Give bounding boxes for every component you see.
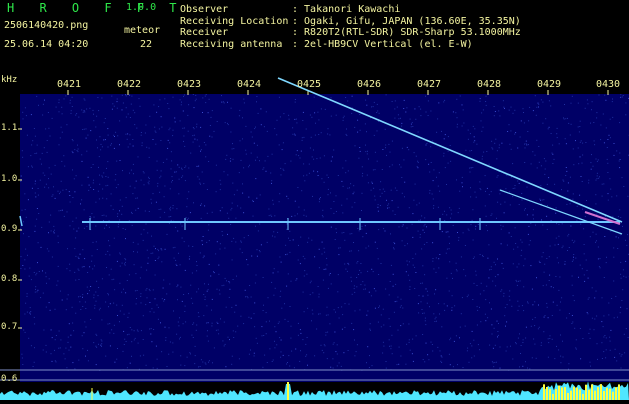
info-key: Receiving antenna	[180, 39, 292, 51]
info-value: : Ogaki, Gifu, JAPAN (136.60E, 35.35N)	[292, 16, 521, 27]
meteor-label: meteor	[124, 25, 160, 36]
freq-label: 0.9	[1, 224, 17, 234]
info-row-receiver: Receiver: R820T2(RTL-SDR) SDR-Sharp 53.1…	[180, 27, 521, 39]
meteor-count: 22	[140, 39, 152, 50]
file-name: 2506140420.png	[4, 20, 88, 31]
header-panel: H R O F F T 1.0.0 2506140420.png meteor …	[0, 0, 629, 72]
time-label: 0423	[177, 79, 201, 90]
spectrogram-svg	[0, 72, 629, 400]
app-version: 1.0.0	[126, 2, 156, 13]
info-value: : 2el-HB9CV Vertical (el. E-W)	[292, 39, 473, 50]
freq-label: 1.1	[1, 123, 17, 133]
datetime: 25.06.14 04:20	[4, 39, 88, 50]
info-row-location: Receiving Location: Ogaki, Gifu, JAPAN (…	[180, 16, 521, 28]
time-label: 0427	[417, 79, 441, 90]
time-label: 0425	[297, 79, 321, 90]
info-row-observer: Observer: Takanori Kawachi	[180, 4, 521, 16]
spectrogram-panel: kHz 0421 0422 0423 0424 0425 0426 0427 0…	[0, 72, 629, 400]
time-label: 0428	[477, 79, 501, 90]
spectrogram-background	[20, 94, 629, 400]
freq-label: 1.0	[1, 174, 17, 184]
info-key: Observer	[180, 4, 292, 16]
time-label: 0426	[357, 79, 381, 90]
unit-label: kHz	[1, 75, 17, 85]
app-title: H R O F F T	[7, 1, 185, 15]
time-label: 0429	[537, 79, 561, 90]
time-label: 0430	[596, 79, 620, 90]
time-label: 0424	[237, 79, 261, 90]
time-label: 0422	[117, 79, 141, 90]
info-value: : R820T2(RTL-SDR) SDR-Sharp 53.1000MHz	[292, 27, 521, 38]
time-label: 0421	[57, 79, 81, 90]
info-row-antenna: Receiving antenna: 2el-HB9CV Vertical (e…	[180, 39, 521, 51]
station-info: Observer: Takanori Kawachi Receiving Loc…	[180, 4, 521, 50]
freq-label: 0.8	[1, 274, 17, 284]
info-key: Receiving Location	[180, 16, 292, 28]
freq-label: 0.6	[1, 374, 17, 384]
info-value: : Takanori Kawachi	[292, 4, 400, 15]
freq-label: 0.7	[1, 322, 17, 332]
info-key: Receiver	[180, 27, 292, 39]
